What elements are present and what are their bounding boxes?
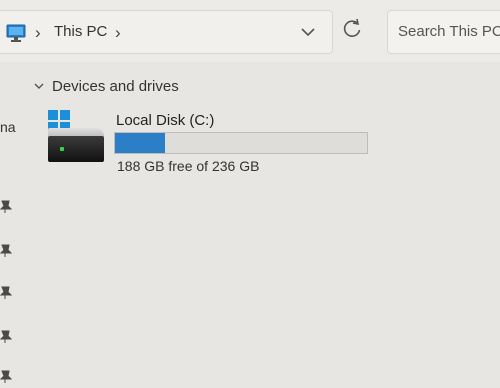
section-header-devices-and-drives[interactable]: Devices and drives — [52, 78, 179, 95]
chevron-down-icon[interactable] — [33, 80, 45, 92]
pin-icon[interactable] — [0, 244, 12, 258]
disk-activity-led — [60, 147, 64, 151]
search-input[interactable]: Search This PC — [387, 10, 500, 54]
refresh-icon[interactable] — [341, 18, 363, 40]
pin-icon[interactable] — [0, 370, 12, 384]
drive-usage-bar — [114, 132, 368, 154]
drive-name: Local Disk (C:) — [116, 112, 215, 129]
breadcrumb-this-pc[interactable]: This PC — [54, 23, 107, 40]
search-placeholder: Search This PC — [398, 23, 500, 40]
pin-icon[interactable] — [0, 286, 12, 300]
pin-icon[interactable] — [0, 330, 12, 344]
drive-usage-fill — [115, 133, 166, 153]
breadcrumb-separator[interactable]: › — [115, 23, 121, 43]
chevron-down-icon[interactable] — [298, 22, 318, 42]
drive-free-space: 188 GB free of 236 GB — [117, 158, 260, 174]
address-bar[interactable]: › This PC › — [0, 10, 333, 54]
navigation-pane: na — [0, 62, 24, 388]
breadcrumb-separator[interactable]: › — [35, 23, 41, 43]
pin-icon[interactable] — [0, 200, 12, 214]
hard-disk-icon — [48, 136, 104, 162]
nav-item-partial[interactable]: na — [0, 119, 16, 135]
address-toolbar: › This PC › Search This PC — [0, 0, 500, 62]
this-pc-monitor-icon — [6, 24, 26, 42]
drive-tile-local-disk-c[interactable]: Local Disk (C:) 188 GB free of 236 GB — [44, 108, 374, 180]
